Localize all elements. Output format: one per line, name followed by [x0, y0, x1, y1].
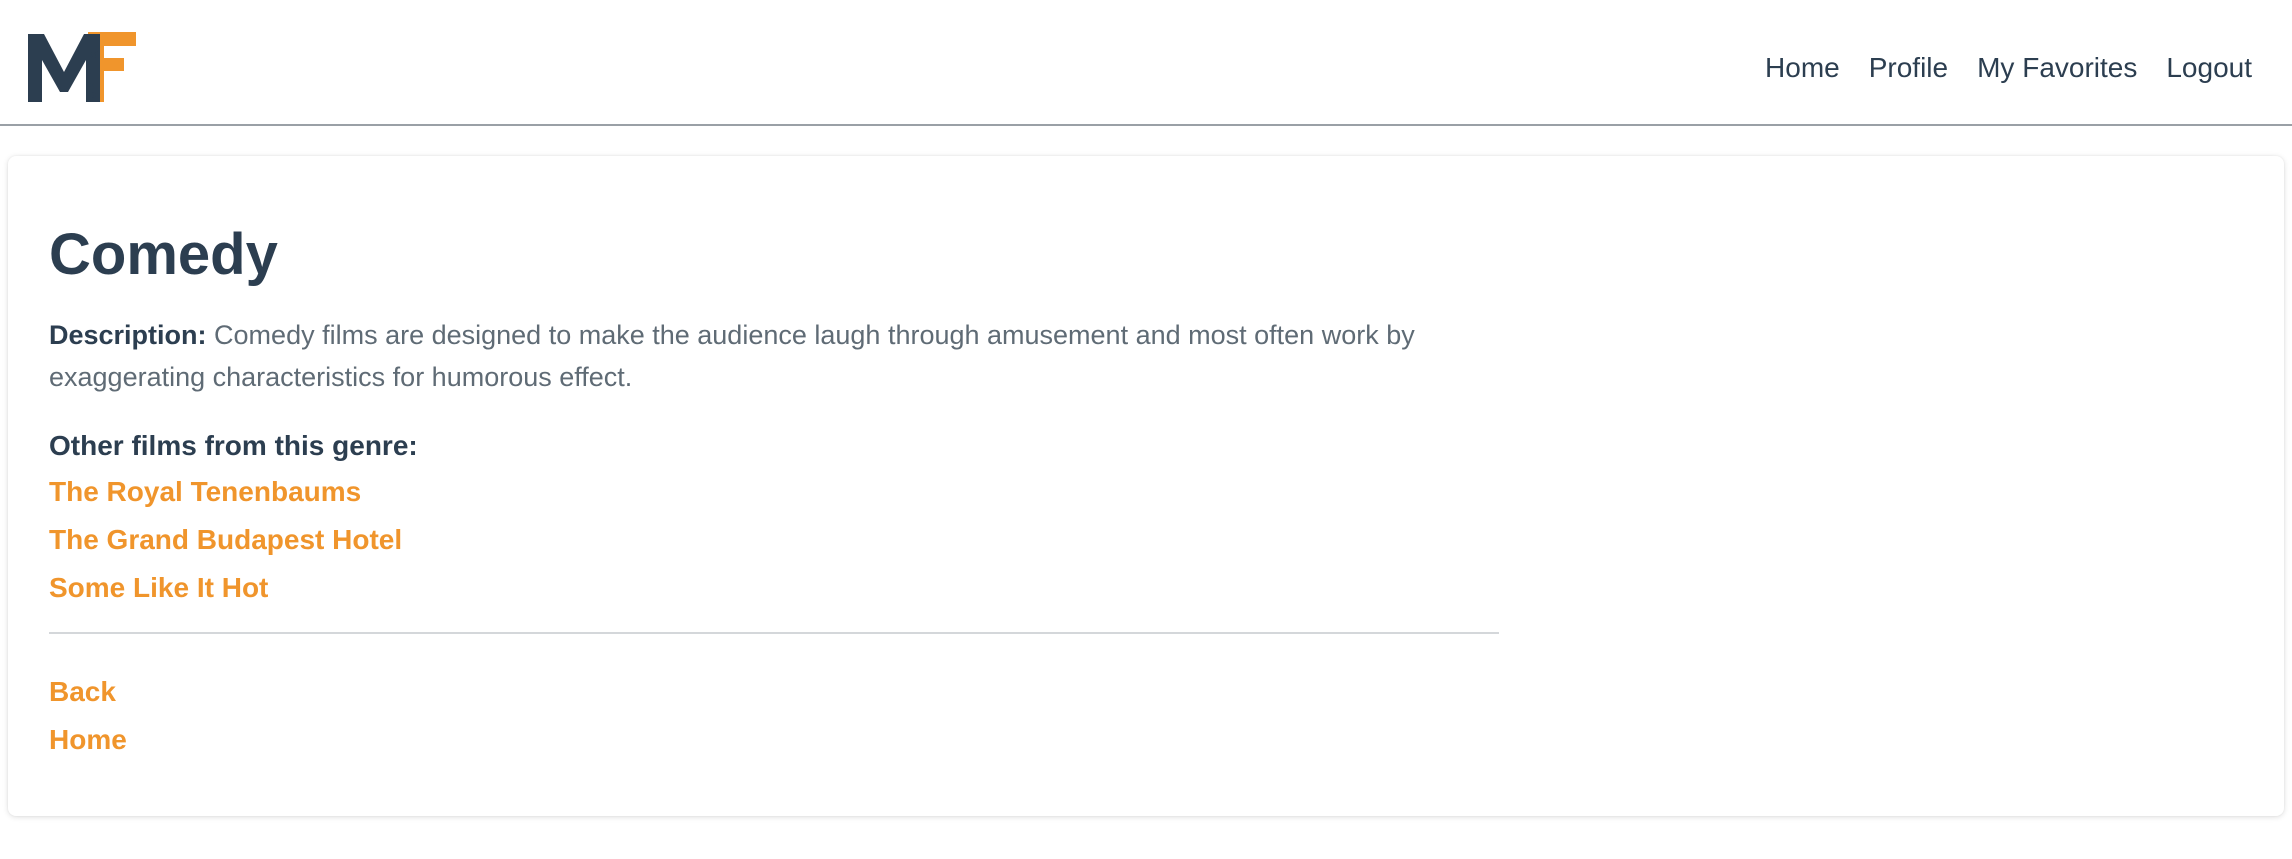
description-text: Comedy films are designed to make the au… — [49, 320, 1415, 392]
description-label: Description: — [49, 320, 207, 350]
navbar: MYFLIX Home Profile My Favorites Logout — [0, 0, 2292, 126]
logo-small-text: MYFLIX — [87, 50, 101, 100]
back-link[interactable]: Back — [49, 668, 127, 716]
film-list-item: Some Like It Hot — [49, 564, 402, 612]
nav-home-link[interactable]: Home — [1765, 46, 1840, 90]
film-link-grand-budapest-hotel[interactable]: The Grand Budapest Hotel — [49, 516, 402, 564]
nav-logout-link[interactable]: Logout — [2166, 46, 2252, 90]
section-divider — [49, 632, 1499, 634]
film-list-item: The Grand Budapest Hotel — [49, 516, 402, 564]
card-footer-links: Back Home — [49, 668, 127, 764]
home-link[interactable]: Home — [49, 716, 127, 764]
genre-title: Comedy — [49, 222, 278, 287]
myflix-logo-icon: MYFLIX — [28, 32, 136, 102]
genre-description: Description: Comedy films are designed t… — [49, 314, 1509, 398]
film-list-item: The Royal Tenenbaums — [49, 468, 402, 516]
nav-profile-link[interactable]: Profile — [1869, 46, 1948, 90]
myflix-logo[interactable]: MYFLIX — [26, 30, 136, 104]
other-films-list: The Royal Tenenbaums The Grand Budapest … — [49, 468, 402, 612]
film-link-royal-tenenbaums[interactable]: The Royal Tenenbaums — [49, 468, 402, 516]
other-films-heading: Other films from this genre: — [49, 430, 418, 461]
main-nav: Home Profile My Favorites Logout — [1765, 46, 2252, 90]
nav-my-favorites-link[interactable]: My Favorites — [1977, 46, 2137, 90]
genre-card: Comedy Description: Comedy films are des… — [8, 156, 2284, 816]
film-link-some-like-it-hot[interactable]: Some Like It Hot — [49, 564, 402, 612]
